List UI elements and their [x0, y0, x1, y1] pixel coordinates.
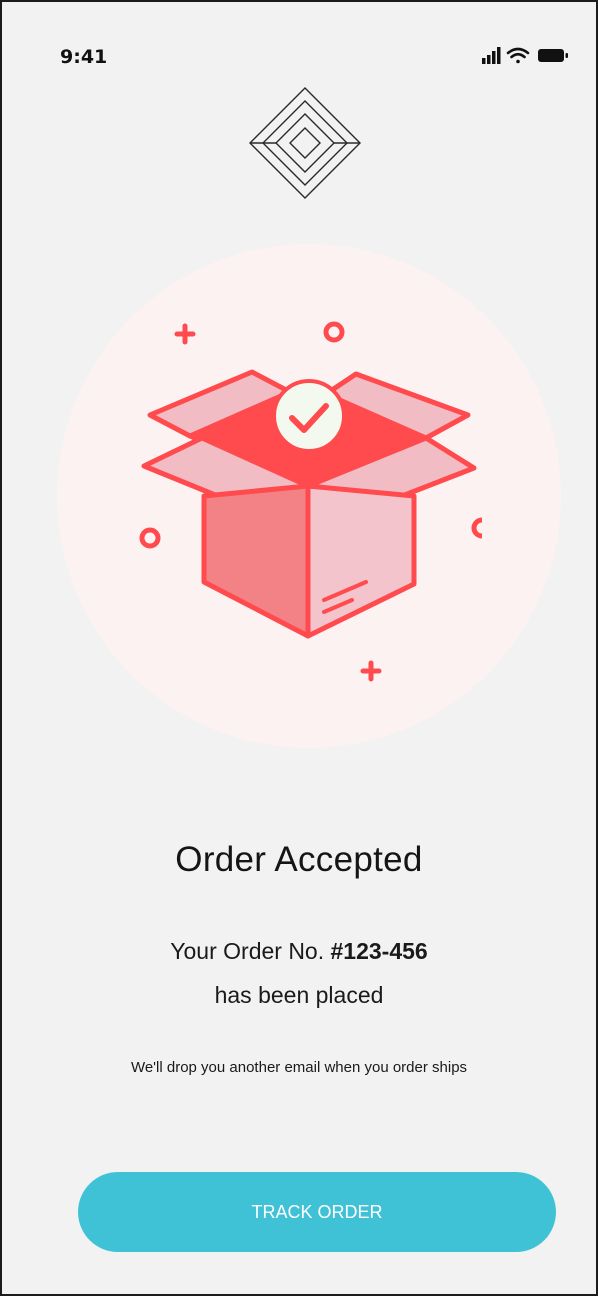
page-title: Order Accepted — [175, 840, 423, 879]
email-notice: We'll drop you another email when you or… — [130, 1059, 468, 1076]
app-screen: 9:41 Order Accepted Your Order No. #123-… — [0, 0, 598, 1296]
battery-icon — [538, 49, 568, 62]
wifi-icon — [506, 47, 530, 64]
ring-icon — [471, 517, 482, 539]
brand-logo-icon — [249, 87, 361, 199]
order-number-prefix: Your Order No. — [170, 938, 325, 964]
plus-icon — [174, 323, 196, 345]
track-order-button[interactable]: TRACK ORDER — [78, 1172, 556, 1252]
open-box-illustration — [139, 321, 482, 682]
status-icons — [482, 47, 568, 64]
check-badge-icon — [272, 379, 346, 453]
placed-text: has been placed — [214, 982, 384, 1008]
ring-icon — [139, 527, 161, 549]
signal-icon — [482, 47, 501, 64]
plus-icon — [360, 660, 382, 682]
order-number: #123-456 — [330, 938, 428, 964]
ring-icon — [323, 321, 345, 343]
status-time: 9:41 — [60, 46, 108, 68]
order-number-line: Your Order No. #123-456 — [2, 938, 596, 965]
